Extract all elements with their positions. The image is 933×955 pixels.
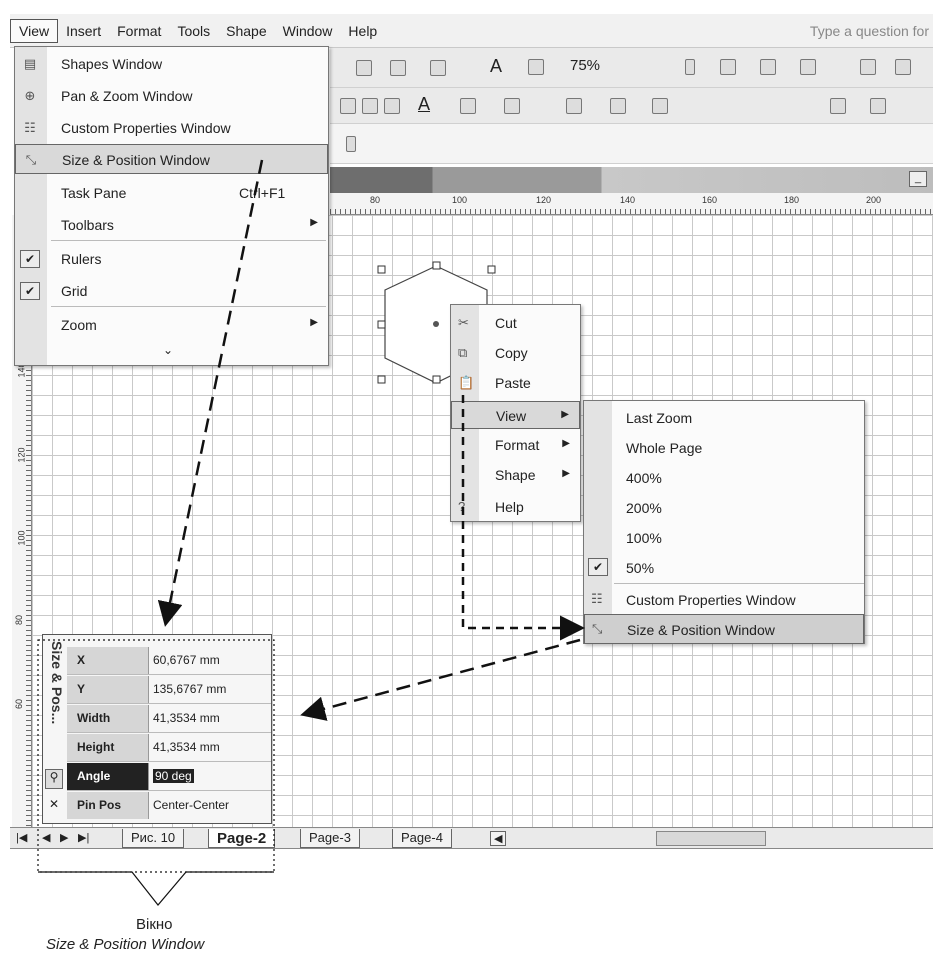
caption-line-1: Вікно [136,916,173,933]
caption-line-2: Size & Position Window [46,936,205,953]
annotation-arrows [37,159,585,906]
